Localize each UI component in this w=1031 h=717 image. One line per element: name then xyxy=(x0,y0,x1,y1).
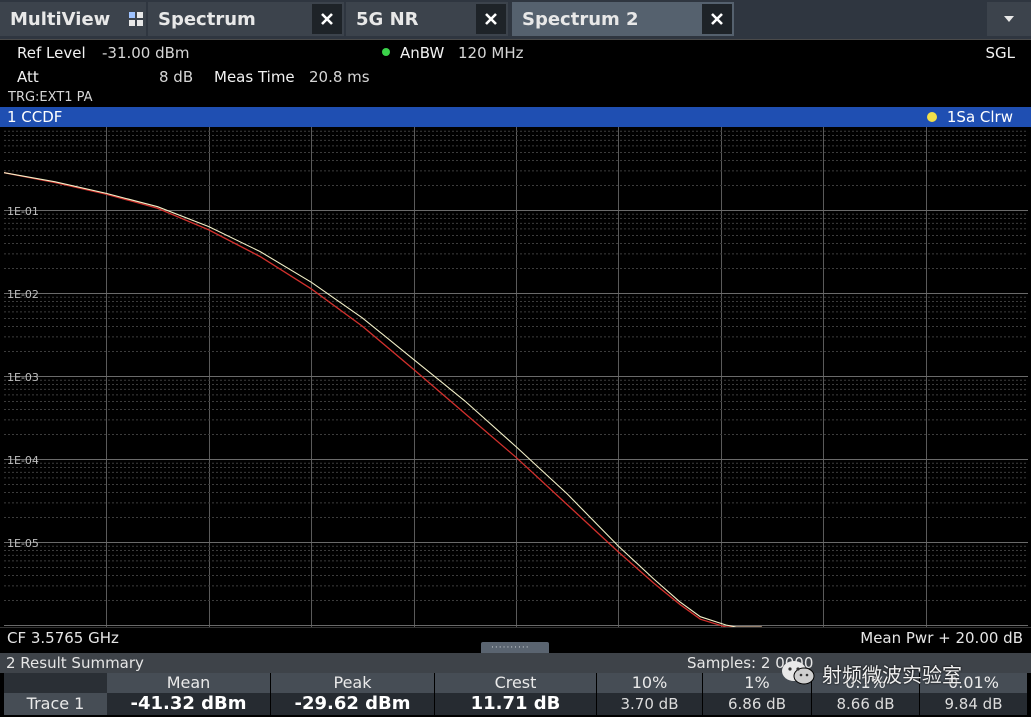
y-tick-label: 1E-05 xyxy=(7,537,39,550)
table-cell-10pct: 3.70 dB xyxy=(597,693,703,715)
x-span[interactable]: Mean Pwr + 20.00 dB xyxy=(860,629,1023,647)
y-tick-label: 1E-02 xyxy=(7,288,39,301)
close-icon xyxy=(485,13,497,25)
close-tab-button[interactable] xyxy=(312,4,342,34)
ref-level-value[interactable]: -31.00 dBm xyxy=(102,44,190,62)
ccdf-plot[interactable]: 1E-01 1E-02 1E-03 1E-04 1E-05 xyxy=(4,127,1028,627)
multiview-grid-icon xyxy=(129,12,143,26)
ccdf-chart: 1E-01 1E-02 1E-03 1E-04 1E-05 xyxy=(4,127,1028,627)
tab-label: Spectrum xyxy=(158,8,256,30)
table-cell-mean: -41.32 dBm xyxy=(107,693,271,715)
diagram-title: 1 CCDF xyxy=(7,108,63,126)
table-corner xyxy=(4,673,107,693)
grip-icon: ·········· xyxy=(491,643,530,653)
result-summary-title: 2 Result Summary xyxy=(6,654,144,672)
close-tab-button[interactable] xyxy=(476,4,506,34)
tab-label: MultiView xyxy=(10,8,111,30)
watermark: 射频微波实验室 xyxy=(780,656,962,690)
trace-1-line xyxy=(4,172,762,627)
trace-2-line xyxy=(4,172,762,627)
column-header: Crest xyxy=(435,673,597,693)
ref-level-label: Ref Level xyxy=(17,44,86,62)
tab-5g-nr[interactable]: 5G NR xyxy=(346,2,508,36)
tab-label: 5G NR xyxy=(356,8,419,30)
tab-label: Spectrum 2 xyxy=(522,8,639,30)
close-icon xyxy=(711,13,723,25)
column-header: 10% xyxy=(597,673,703,693)
plot-grid xyxy=(4,127,1028,627)
close-icon xyxy=(321,13,333,25)
row-label: Trace 1 xyxy=(4,693,107,715)
y-tick-label: 1E-01 xyxy=(7,205,39,218)
table-cell-peak: -29.62 dBm xyxy=(271,693,435,715)
table-cell-0-01pct: 9.84 dB xyxy=(920,693,1028,715)
watermark-text: 射频微波实验室 xyxy=(822,662,962,687)
wechat-icon xyxy=(782,661,815,685)
column-header: Mean xyxy=(107,673,271,693)
meas-time-value[interactable]: 20.8 ms xyxy=(309,68,370,86)
table-cell-1pct: 6.86 dB xyxy=(703,693,812,715)
measurement-info: Ref Level -31.00 dBm AnBW 120 MHz SGL At… xyxy=(0,40,1031,106)
tab-multiview[interactable]: MultiView xyxy=(0,2,146,36)
center-frequency[interactable]: CF 3.5765 GHz xyxy=(7,629,119,647)
tab-spectrum[interactable]: Spectrum xyxy=(148,2,344,36)
att-value[interactable]: 8 dB xyxy=(159,68,193,86)
table-cell-0-1pct: 8.66 dB xyxy=(812,693,920,715)
tab-menu-button[interactable] xyxy=(987,2,1031,36)
chevron-down-icon xyxy=(1004,16,1014,22)
close-tab-button[interactable] xyxy=(702,4,732,34)
trace-indicator-icon xyxy=(927,112,937,122)
tab-spectrum-2[interactable]: Spectrum 2 xyxy=(512,2,734,36)
meas-time-label: Meas Time xyxy=(214,68,295,86)
y-tick-label: 1E-04 xyxy=(7,454,39,467)
trigger-info: TRG:EXT1 PA xyxy=(8,90,93,105)
y-axis-labels: 1E-01 1E-02 1E-03 1E-04 1E-05 xyxy=(7,205,39,550)
samples-label: Samples: xyxy=(687,654,757,672)
trace-info[interactable]: 1Sa Clrw xyxy=(947,108,1013,126)
table-cell-crest: 11.71 dB xyxy=(435,693,597,715)
att-label: Att xyxy=(17,68,39,86)
tab-bar: MultiView Spectrum 5G NR Spectrum 2 xyxy=(0,0,1031,40)
anbw-value[interactable]: 120 MHz xyxy=(458,44,524,62)
status-indicator xyxy=(382,48,390,56)
sweep-mode: SGL xyxy=(985,44,1015,62)
anbw-label: AnBW xyxy=(400,44,445,62)
diagram-title-bar[interactable]: 1 CCDF 1Sa Clrw xyxy=(0,107,1031,127)
column-header: Peak xyxy=(271,673,435,693)
y-tick-label: 1E-03 xyxy=(7,371,39,384)
